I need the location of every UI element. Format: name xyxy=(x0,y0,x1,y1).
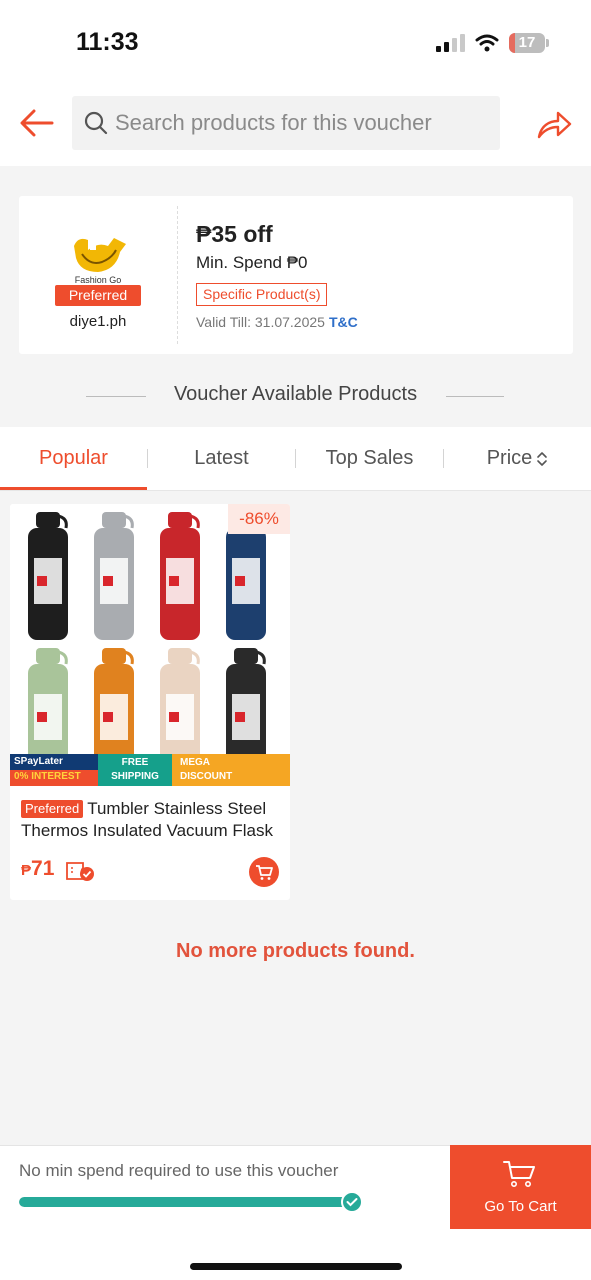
voucher-validity: Valid Till: 31.07.2025 T&C xyxy=(196,314,358,330)
bottle-illustration xyxy=(226,648,266,776)
bottle-illustration xyxy=(94,512,134,640)
cart-icon xyxy=(256,865,273,880)
home-indicator xyxy=(190,1263,402,1270)
voucher-valid-till: Valid Till: 31.07.2025 xyxy=(196,314,325,330)
tab-top-sales[interactable]: Top Sales xyxy=(296,427,443,491)
bottle-illustration xyxy=(28,512,68,640)
go-to-cart-button[interactable]: Go To Cart xyxy=(450,1145,591,1229)
bottom-bar: No min spend required to use this vouche… xyxy=(0,1145,591,1280)
discount-badge: -86% xyxy=(228,504,290,534)
sort-icon xyxy=(537,451,548,466)
cart-icon xyxy=(503,1161,535,1187)
spend-progress-bar xyxy=(19,1197,349,1207)
spend-progress-fill xyxy=(19,1197,349,1207)
shop-info[interactable]: Fashion Go Preferred diye1.ph xyxy=(19,196,177,354)
promo-free-line2: SHIPPING xyxy=(111,771,159,782)
voucher-divider xyxy=(177,206,178,344)
product-price: ₱71 xyxy=(21,857,54,881)
go-to-cart-label: Go To Cart xyxy=(484,1198,557,1215)
search-placeholder: Search products for this voucher xyxy=(115,110,432,135)
promo-mega-discount: MEGA DISCOUNT xyxy=(172,754,290,786)
share-icon[interactable] xyxy=(535,108,573,140)
promo-spaylater-line2: 0% INTEREST xyxy=(14,771,81,782)
voucher-tag: Specific Product(s) xyxy=(196,283,328,306)
preferred-badge: Preferred xyxy=(21,800,84,818)
tab-popular[interactable]: Popular xyxy=(0,427,147,491)
search-input[interactable]: Search products for this voucher xyxy=(72,96,500,150)
bottle-illustration xyxy=(94,648,134,776)
tab-latest[interactable]: Latest xyxy=(148,427,295,491)
shop-logo xyxy=(74,238,126,272)
voucher-applicable-icon xyxy=(66,862,94,881)
battery-icon: 17 xyxy=(509,33,549,53)
promo-free-shipping: FREE SHIPPING xyxy=(98,754,172,786)
voucher-min-spend: Min. Spend ₱0 xyxy=(196,253,308,272)
no-more-products: No more products found. xyxy=(176,940,415,962)
bottle-illustration xyxy=(160,648,200,776)
bottle-illustration xyxy=(160,512,200,640)
battery-level: 17 xyxy=(518,34,536,51)
terms-link[interactable]: T&C xyxy=(329,314,358,330)
cellular-signal-icon xyxy=(436,34,465,52)
voucher-title: ₱35 off xyxy=(196,221,273,247)
header: Search products for this voucher xyxy=(0,90,591,166)
product-title: Preferred Tumbler Stainless Steel Thermos… xyxy=(21,798,281,842)
promo-banner: SPayLater 0% INTEREST FREE SHIPPING MEGA… xyxy=(10,754,290,786)
shop-name: diye1.ph xyxy=(69,313,127,330)
heading-line-right xyxy=(446,396,504,397)
promo-mega-line2: DISCOUNT xyxy=(180,771,233,782)
product-image: -86% SPayLater 0% INTEREST FREE SHIPPING… xyxy=(10,504,290,786)
section-heading: Voucher Available Products xyxy=(173,383,418,405)
add-to-cart-button[interactable] xyxy=(249,857,279,887)
promo-spaylater-line1: SPayLater xyxy=(14,756,63,767)
status-time: 11:33 xyxy=(76,28,139,56)
promo-free-line1: FREE xyxy=(121,757,149,768)
price-value: 71 xyxy=(31,857,55,880)
sort-tabs: Popular Latest Top Sales Price xyxy=(0,427,591,491)
tab-price[interactable]: Price xyxy=(444,427,591,491)
tab-price-label: Price xyxy=(486,447,533,469)
min-spend-message: No min spend required to use this vouche… xyxy=(19,1161,339,1180)
bottle-illustration xyxy=(28,648,68,776)
product-card[interactable]: -86% SPayLater 0% INTEREST FREE SHIPPING… xyxy=(10,504,290,900)
shop-logo-text: Fashion Go xyxy=(74,275,122,285)
voucher-card: Fashion Go Preferred diye1.ph ₱35 off Mi… xyxy=(19,196,573,354)
status-bar: 11:33 17 xyxy=(0,0,591,90)
promo-mega-line1: MEGA xyxy=(180,757,210,768)
check-circle-icon xyxy=(341,1191,363,1213)
search-icon xyxy=(84,111,108,135)
arrow-left-icon[interactable] xyxy=(18,106,56,140)
promo-spaylater: SPayLater 0% INTEREST xyxy=(10,754,98,786)
active-tab-indicator xyxy=(0,487,147,490)
price-currency: ₱ xyxy=(21,862,32,879)
wifi-icon xyxy=(475,34,499,52)
product-image-bottles xyxy=(28,512,266,776)
status-icons: 17 xyxy=(436,33,549,53)
preferred-badge: Preferred xyxy=(55,285,141,306)
